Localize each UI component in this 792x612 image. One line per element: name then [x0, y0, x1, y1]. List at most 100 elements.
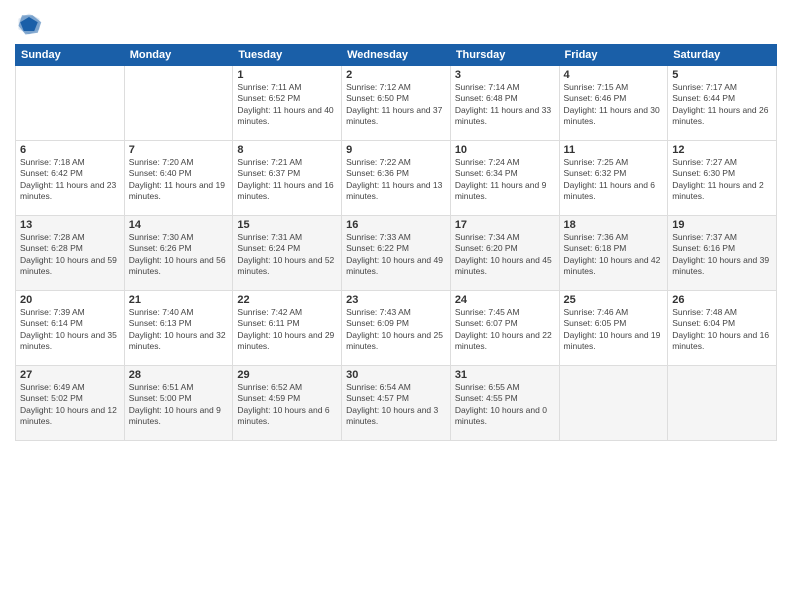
day-info: Sunrise: 7:25 AMSunset: 6:32 PMDaylight:… [564, 157, 664, 203]
calendar-cell: 3Sunrise: 7:14 AMSunset: 6:48 PMDaylight… [450, 66, 559, 141]
calendar-cell: 31Sunrise: 6:55 AMSunset: 4:55 PMDayligh… [450, 366, 559, 441]
calendar-cell: 15Sunrise: 7:31 AMSunset: 6:24 PMDayligh… [233, 216, 342, 291]
weekday-header: Sunday [16, 45, 125, 66]
calendar-cell: 12Sunrise: 7:27 AMSunset: 6:30 PMDayligh… [668, 141, 777, 216]
calendar-week-row: 20Sunrise: 7:39 AMSunset: 6:14 PMDayligh… [16, 291, 777, 366]
day-number: 31 [455, 369, 555, 381]
day-number: 8 [237, 144, 337, 156]
day-number: 20 [20, 294, 120, 306]
calendar-cell: 30Sunrise: 6:54 AMSunset: 4:57 PMDayligh… [342, 366, 451, 441]
calendar-cell: 7Sunrise: 7:20 AMSunset: 6:40 PMDaylight… [124, 141, 233, 216]
day-info: Sunrise: 7:42 AMSunset: 6:11 PMDaylight:… [237, 307, 337, 353]
weekday-header: Wednesday [342, 45, 451, 66]
day-number: 10 [455, 144, 555, 156]
day-info: Sunrise: 7:15 AMSunset: 6:46 PMDaylight:… [564, 82, 664, 128]
calendar-cell: 26Sunrise: 7:48 AMSunset: 6:04 PMDayligh… [668, 291, 777, 366]
day-info: Sunrise: 7:24 AMSunset: 6:34 PMDaylight:… [455, 157, 555, 203]
calendar-cell: 20Sunrise: 7:39 AMSunset: 6:14 PMDayligh… [16, 291, 125, 366]
logo [15, 10, 47, 38]
day-number: 2 [346, 69, 446, 81]
day-number: 25 [564, 294, 664, 306]
calendar-cell: 4Sunrise: 7:15 AMSunset: 6:46 PMDaylight… [559, 66, 668, 141]
day-info: Sunrise: 7:17 AMSunset: 6:44 PMDaylight:… [672, 82, 772, 128]
calendar-cell: 29Sunrise: 6:52 AMSunset: 4:59 PMDayligh… [233, 366, 342, 441]
calendar-cell: 28Sunrise: 6:51 AMSunset: 5:00 PMDayligh… [124, 366, 233, 441]
calendar-week-row: 13Sunrise: 7:28 AMSunset: 6:28 PMDayligh… [16, 216, 777, 291]
day-info: Sunrise: 7:27 AMSunset: 6:30 PMDaylight:… [672, 157, 772, 203]
calendar-cell: 13Sunrise: 7:28 AMSunset: 6:28 PMDayligh… [16, 216, 125, 291]
calendar-header-row: SundayMondayTuesdayWednesdayThursdayFrid… [16, 45, 777, 66]
day-info: Sunrise: 7:20 AMSunset: 6:40 PMDaylight:… [129, 157, 229, 203]
day-info: Sunrise: 7:30 AMSunset: 6:26 PMDaylight:… [129, 232, 229, 278]
day-number: 23 [346, 294, 446, 306]
day-number: 14 [129, 219, 229, 231]
calendar-week-row: 27Sunrise: 6:49 AMSunset: 5:02 PMDayligh… [16, 366, 777, 441]
day-info: Sunrise: 7:11 AMSunset: 6:52 PMDaylight:… [237, 82, 337, 128]
day-info: Sunrise: 6:49 AMSunset: 5:02 PMDaylight:… [20, 382, 120, 428]
day-number: 21 [129, 294, 229, 306]
day-number: 15 [237, 219, 337, 231]
day-number: 9 [346, 144, 446, 156]
day-info: Sunrise: 7:45 AMSunset: 6:07 PMDaylight:… [455, 307, 555, 353]
day-number: 27 [20, 369, 120, 381]
day-info: Sunrise: 7:18 AMSunset: 6:42 PMDaylight:… [20, 157, 120, 203]
calendar-cell: 27Sunrise: 6:49 AMSunset: 5:02 PMDayligh… [16, 366, 125, 441]
calendar-cell [668, 366, 777, 441]
day-number: 19 [672, 219, 772, 231]
day-number: 26 [672, 294, 772, 306]
calendar-cell: 24Sunrise: 7:45 AMSunset: 6:07 PMDayligh… [450, 291, 559, 366]
calendar-table: SundayMondayTuesdayWednesdayThursdayFrid… [15, 44, 777, 441]
calendar-cell: 11Sunrise: 7:25 AMSunset: 6:32 PMDayligh… [559, 141, 668, 216]
calendar-cell: 23Sunrise: 7:43 AMSunset: 6:09 PMDayligh… [342, 291, 451, 366]
day-number: 11 [564, 144, 664, 156]
day-number: 12 [672, 144, 772, 156]
calendar-cell: 17Sunrise: 7:34 AMSunset: 6:20 PMDayligh… [450, 216, 559, 291]
day-info: Sunrise: 7:12 AMSunset: 6:50 PMDaylight:… [346, 82, 446, 128]
page-header [15, 10, 777, 38]
calendar-cell: 2Sunrise: 7:12 AMSunset: 6:50 PMDaylight… [342, 66, 451, 141]
calendar-cell: 22Sunrise: 7:42 AMSunset: 6:11 PMDayligh… [233, 291, 342, 366]
calendar-cell: 8Sunrise: 7:21 AMSunset: 6:37 PMDaylight… [233, 141, 342, 216]
calendar-cell: 14Sunrise: 7:30 AMSunset: 6:26 PMDayligh… [124, 216, 233, 291]
calendar-cell [16, 66, 125, 141]
day-info: Sunrise: 7:31 AMSunset: 6:24 PMDaylight:… [237, 232, 337, 278]
day-info: Sunrise: 7:46 AMSunset: 6:05 PMDaylight:… [564, 307, 664, 353]
calendar-cell: 1Sunrise: 7:11 AMSunset: 6:52 PMDaylight… [233, 66, 342, 141]
weekday-header: Friday [559, 45, 668, 66]
logo-icon [15, 10, 43, 38]
day-info: Sunrise: 7:37 AMSunset: 6:16 PMDaylight:… [672, 232, 772, 278]
day-info: Sunrise: 7:48 AMSunset: 6:04 PMDaylight:… [672, 307, 772, 353]
day-info: Sunrise: 6:52 AMSunset: 4:59 PMDaylight:… [237, 382, 337, 428]
day-info: Sunrise: 7:39 AMSunset: 6:14 PMDaylight:… [20, 307, 120, 353]
calendar-cell: 10Sunrise: 7:24 AMSunset: 6:34 PMDayligh… [450, 141, 559, 216]
day-info: Sunrise: 6:54 AMSunset: 4:57 PMDaylight:… [346, 382, 446, 428]
weekday-header: Tuesday [233, 45, 342, 66]
calendar-cell: 16Sunrise: 7:33 AMSunset: 6:22 PMDayligh… [342, 216, 451, 291]
day-number: 28 [129, 369, 229, 381]
day-info: Sunrise: 7:33 AMSunset: 6:22 PMDaylight:… [346, 232, 446, 278]
day-info: Sunrise: 7:40 AMSunset: 6:13 PMDaylight:… [129, 307, 229, 353]
calendar-cell: 5Sunrise: 7:17 AMSunset: 6:44 PMDaylight… [668, 66, 777, 141]
weekday-header: Monday [124, 45, 233, 66]
calendar-cell: 18Sunrise: 7:36 AMSunset: 6:18 PMDayligh… [559, 216, 668, 291]
day-number: 7 [129, 144, 229, 156]
day-number: 1 [237, 69, 337, 81]
day-number: 17 [455, 219, 555, 231]
day-number: 16 [346, 219, 446, 231]
calendar-cell: 21Sunrise: 7:40 AMSunset: 6:13 PMDayligh… [124, 291, 233, 366]
day-info: Sunrise: 7:34 AMSunset: 6:20 PMDaylight:… [455, 232, 555, 278]
calendar-cell [559, 366, 668, 441]
calendar-cell: 19Sunrise: 7:37 AMSunset: 6:16 PMDayligh… [668, 216, 777, 291]
day-number: 22 [237, 294, 337, 306]
weekday-header: Saturday [668, 45, 777, 66]
weekday-header: Thursday [450, 45, 559, 66]
day-number: 6 [20, 144, 120, 156]
calendar-week-row: 1Sunrise: 7:11 AMSunset: 6:52 PMDaylight… [16, 66, 777, 141]
day-info: Sunrise: 7:22 AMSunset: 6:36 PMDaylight:… [346, 157, 446, 203]
calendar-week-row: 6Sunrise: 7:18 AMSunset: 6:42 PMDaylight… [16, 141, 777, 216]
calendar-cell [124, 66, 233, 141]
calendar-cell: 9Sunrise: 7:22 AMSunset: 6:36 PMDaylight… [342, 141, 451, 216]
day-number: 3 [455, 69, 555, 81]
day-info: Sunrise: 7:14 AMSunset: 6:48 PMDaylight:… [455, 82, 555, 128]
day-info: Sunrise: 7:21 AMSunset: 6:37 PMDaylight:… [237, 157, 337, 203]
